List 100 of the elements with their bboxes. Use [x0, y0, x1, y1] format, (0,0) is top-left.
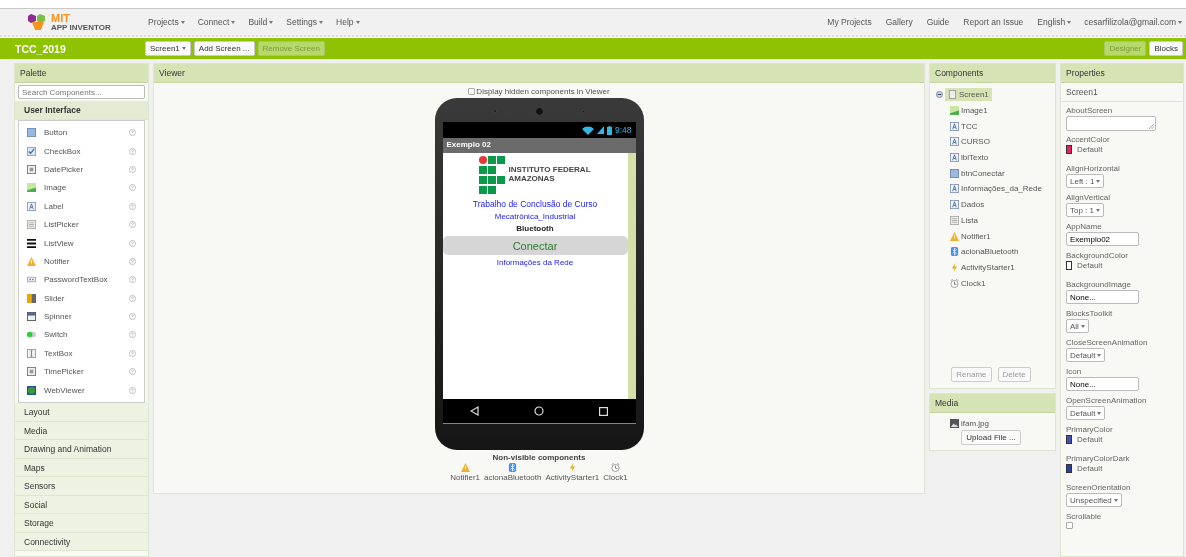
- component-name[interactable]: acionaBluetooth: [484, 473, 542, 482]
- tree-item[interactable]: Notifier1: [947, 229, 994, 243]
- tree-item[interactable]: lblTexto: [947, 151, 992, 165]
- category-header[interactable]: Layout: [15, 403, 148, 422]
- category-header[interactable]: Storage: [15, 514, 148, 533]
- help-icon[interactable]: [129, 368, 136, 376]
- help-icon[interactable]: [129, 221, 136, 229]
- mode-tab[interactable]: Blocks: [1149, 41, 1183, 56]
- palette-item[interactable]: Slider: [44, 293, 121, 303]
- palette-item[interactable]: DatePicker: [44, 164, 121, 174]
- color-swatch[interactable]: [1066, 464, 1072, 473]
- category-header[interactable]: Sensors: [15, 477, 148, 496]
- media-file[interactable]: ifam.jpg: [961, 419, 989, 428]
- menu-button[interactable]: Build: [248, 17, 274, 27]
- menu-button[interactable]: Settings: [286, 17, 323, 27]
- palette-item[interactable]: ListView: [44, 238, 121, 248]
- back-icon[interactable]: [470, 406, 479, 416]
- property-field[interactable]: Exemplo02: [1066, 232, 1139, 246]
- help-icon[interactable]: [129, 294, 136, 302]
- collapse-icon[interactable]: [936, 91, 943, 99]
- palette-item[interactable]: ListPicker: [44, 220, 121, 230]
- property-field[interactable]: None...: [1066, 377, 1139, 391]
- help-icon[interactable]: [129, 147, 136, 155]
- category-header[interactable]: Drawing and Animation: [15, 440, 148, 459]
- tree-item[interactable]: btnConectar: [947, 166, 1008, 180]
- help-icon[interactable]: [129, 331, 136, 339]
- help-icon[interactable]: [129, 313, 136, 321]
- help-icon[interactable]: [129, 349, 136, 357]
- palette-item[interactable]: Switch: [44, 330, 121, 340]
- color-swatch[interactable]: [1066, 261, 1072, 270]
- search-field[interactable]: Search Components...: [18, 85, 145, 99]
- palette-item[interactable]: Notifier: [44, 256, 121, 266]
- status-time: 9:48: [614, 125, 632, 135]
- nav-link[interactable]: My Projects: [827, 17, 872, 27]
- home-icon[interactable]: [534, 406, 544, 416]
- component-name[interactable]: Notifier1: [450, 473, 481, 482]
- screen-dropdown[interactable]: Screen1: [145, 41, 191, 56]
- property-label: AlignHorizontal: [1066, 164, 1121, 173]
- nav-link[interactable]: Report an Issue: [963, 17, 1024, 27]
- color-swatch[interactable]: [1066, 435, 1072, 444]
- text-area[interactable]: [1066, 116, 1156, 131]
- help-icon[interactable]: [129, 239, 136, 247]
- recents-icon[interactable]: [599, 406, 608, 416]
- help-icon[interactable]: [129, 184, 136, 192]
- property-label: AlignVertical: [1066, 193, 1112, 202]
- app-button[interactable]: Conectar: [442, 236, 628, 255]
- tree-item[interactable]: Clock1: [947, 276, 989, 290]
- color-value[interactable]: Default: [1077, 464, 1103, 473]
- color-value[interactable]: Default: [1077, 145, 1103, 154]
- tree-item[interactable]: Screen1: [945, 88, 992, 102]
- category-header[interactable]: User Interface: [15, 101, 148, 120]
- caret-icon: [1097, 411, 1102, 415]
- menu-button[interactable]: Help: [336, 17, 360, 27]
- help-icon[interactable]: [129, 257, 136, 265]
- tree-item[interactable]: Dados: [947, 198, 988, 212]
- color-swatch[interactable]: [1066, 145, 1072, 154]
- palette-item[interactable]: Button: [44, 128, 121, 138]
- property-dropdown[interactable]: Default: [1066, 348, 1106, 362]
- palette-item[interactable]: CheckBox: [44, 146, 121, 156]
- tree-item[interactable]: CURSO: [947, 135, 993, 149]
- component-name[interactable]: Clock1: [603, 473, 628, 482]
- palette-item[interactable]: TimePicker: [44, 367, 121, 377]
- property-checkbox[interactable]: [1066, 522, 1073, 529]
- tree-item[interactable]: Informações_da_Rede: [947, 182, 1045, 196]
- property-label: AccentColor: [1066, 135, 1111, 144]
- property-dropdown[interactable]: Unspecified: [1066, 493, 1122, 507]
- tree-item[interactable]: Image1: [947, 104, 991, 118]
- palette-item[interactable]: WebViewer: [44, 385, 121, 395]
- property-dropdown[interactable]: Left : 1: [1066, 174, 1105, 188]
- nav-link[interactable]: Guide: [926, 17, 950, 27]
- palette-item[interactable]: Image: [44, 183, 121, 193]
- help-icon[interactable]: [129, 202, 136, 210]
- tree-item[interactable]: Lista: [947, 213, 981, 227]
- color-value[interactable]: Default: [1077, 261, 1103, 270]
- color-value[interactable]: Default: [1077, 435, 1103, 444]
- account-menu[interactable]: cesarfilizola@gmail.com: [1084, 17, 1182, 27]
- tree-item[interactable]: acionaBluetooth: [947, 245, 1022, 259]
- tree-item[interactable]: TCC: [947, 119, 981, 133]
- property-dropdown[interactable]: Default: [1066, 406, 1106, 420]
- palette-item[interactable]: PasswordTextBox: [44, 275, 121, 285]
- menu-button[interactable]: Connect: [197, 17, 236, 27]
- palette-item[interactable]: Spinner: [44, 312, 121, 322]
- upload-button[interactable]: Upload File ...: [961, 430, 1021, 445]
- property-field[interactable]: None...: [1066, 290, 1139, 304]
- property-dropdown[interactable]: Top : 1: [1066, 203, 1104, 217]
- help-icon[interactable]: [129, 276, 136, 284]
- screen-button[interactable]: Add Screen ...: [193, 41, 255, 56]
- palette-item[interactable]: TextBox: [44, 348, 121, 358]
- menu-button[interactable]: Projects: [148, 17, 185, 27]
- nav-link[interactable]: Gallery: [885, 17, 913, 27]
- help-icon[interactable]: [129, 386, 136, 394]
- help-icon[interactable]: [129, 165, 136, 173]
- resize-handle-icon[interactable]: [1149, 124, 1154, 129]
- component-name[interactable]: ActivityStarter1: [545, 473, 600, 482]
- tree-item[interactable]: ActivityStarter1: [947, 260, 1018, 274]
- help-icon[interactable]: [129, 129, 136, 137]
- property-dropdown[interactable]: All: [1066, 319, 1089, 333]
- hidden-components-checkbox[interactable]: Display hidden components in Viewer: [468, 87, 610, 96]
- palette-item[interactable]: Label: [44, 201, 121, 211]
- language-menu[interactable]: English: [1037, 17, 1072, 27]
